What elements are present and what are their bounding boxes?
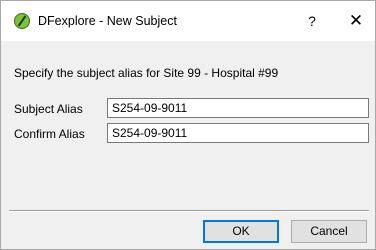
title-bar: DFexplore - New Subject ? ✕ (1, 1, 375, 41)
new-subject-dialog: DFexplore - New Subject ? ✕ Specify the … (0, 0, 376, 250)
help-button[interactable]: ? (297, 9, 327, 33)
button-divider (9, 210, 369, 212)
confirm-alias-input[interactable] (107, 123, 369, 143)
ok-button[interactable]: OK (203, 220, 279, 243)
subject-alias-input[interactable] (107, 98, 369, 118)
cancel-button[interactable]: Cancel (291, 220, 367, 243)
subject-alias-label: Subject Alias (14, 102, 83, 116)
window-title: DFexplore - New Subject (38, 14, 177, 28)
close-button[interactable]: ✕ (339, 9, 373, 33)
dfexplore-app-icon (14, 13, 30, 29)
prompt-text: Specify the subject alias for Site 99 - … (14, 66, 279, 80)
confirm-alias-label: Confirm Alias (14, 127, 85, 141)
